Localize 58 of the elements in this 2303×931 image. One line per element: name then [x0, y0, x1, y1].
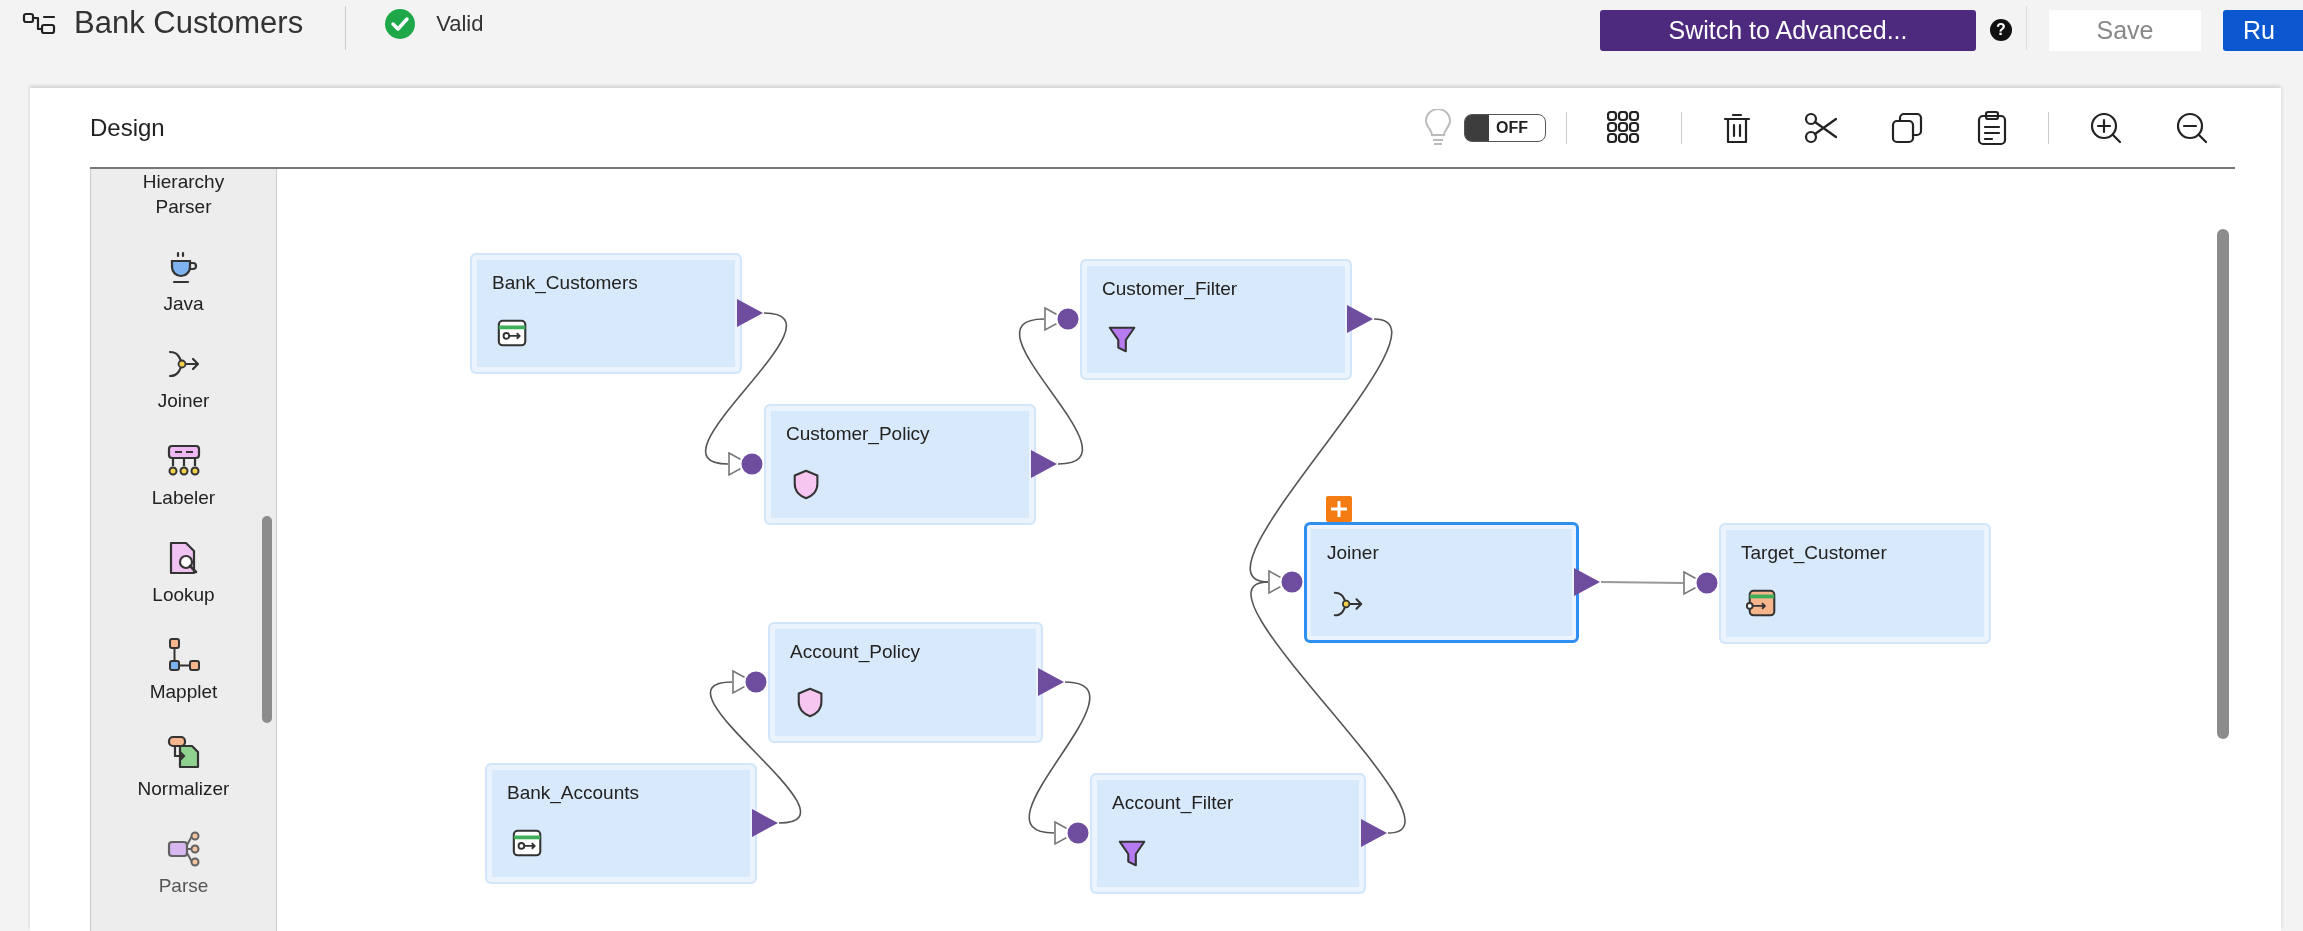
status-text: Valid [436, 11, 484, 37]
grid-icon[interactable] [1607, 110, 1641, 145]
transformation-node[interactable]: Target_Customer [1719, 523, 1991, 644]
advanced-button[interactable]: Switch to Advanced... [1600, 9, 1976, 51]
palette-item[interactable]: Parse [123, 873, 244, 898]
node-label: Customer_Filter [1102, 278, 1238, 300]
zoom-out-icon[interactable] [2175, 110, 2209, 145]
palette-item[interactable]: Hierarchy Parser [123, 169, 244, 219]
node-label: Bank_Accounts [507, 782, 640, 804]
parser-icon[interactable] [165, 831, 202, 867]
save-button[interactable]: Save [2049, 9, 2201, 51]
input-port[interactable] [1683, 569, 1719, 597]
node-label: Account_Filter [1112, 792, 1234, 814]
clipboard-icon[interactable] [1976, 109, 2008, 146]
node-label: Target_Customer [1741, 542, 1887, 564]
transformation-node[interactable]: Customer_Filter [1080, 259, 1352, 380]
palette-item[interactable]: Java [123, 291, 244, 316]
node-label: Customer_Policy [786, 423, 930, 445]
output-port[interactable] [1573, 567, 1601, 597]
scissors-icon[interactable] [1804, 110, 1838, 145]
node-label: Bank_Customers [492, 272, 638, 294]
toggle-switch[interactable]: OFF [1464, 113, 1546, 142]
palette-item[interactable]: Normalizer [123, 776, 244, 801]
transform-icon[interactable] [165, 734, 202, 770]
scrollbar[interactable] [262, 516, 272, 723]
transformation-node[interactable]: Account_Policy [768, 622, 1043, 743]
check-icon [384, 8, 417, 40]
node-label: Joiner [1327, 542, 1379, 564]
palette-item[interactable]: Joiner [123, 388, 244, 413]
transformation-node[interactable]: Bank_Customers [470, 253, 742, 374]
input-port[interactable] [1268, 568, 1304, 596]
output-port[interactable] [1360, 818, 1388, 848]
run-button[interactable]: Ru [2223, 9, 2303, 51]
scrollbar[interactable] [2217, 229, 2229, 739]
help-icon[interactable]: ? [1990, 19, 2012, 41]
palette-item[interactable]: Labeler [123, 485, 244, 510]
zoom-in-icon[interactable] [2089, 110, 2123, 145]
input-port[interactable] [1054, 819, 1090, 847]
output-port[interactable] [1037, 667, 1065, 697]
input-port[interactable] [1044, 305, 1080, 333]
transformation-node[interactable]: Joiner [1304, 522, 1579, 643]
mapping-icon [22, 12, 56, 36]
page-title: Bank Customers [74, 5, 304, 41]
output-port[interactable] [751, 808, 779, 838]
section-title: Design [90, 113, 165, 142]
palette-item[interactable]: Mapplet [123, 679, 244, 704]
transformation-node[interactable]: Bank_Accounts [485, 763, 757, 884]
input-port[interactable] [728, 450, 764, 478]
transformation-node[interactable]: Customer_Policy [764, 404, 1036, 525]
output-port[interactable] [736, 298, 764, 328]
transformation-node[interactable]: Account_Filter [1090, 773, 1366, 894]
node-label: Account_Policy [790, 641, 920, 663]
copy-icon[interactable] [1890, 110, 1924, 145]
output-port[interactable] [1030, 449, 1058, 479]
plus-icon[interactable] [1326, 496, 1352, 522]
palette-item[interactable]: Lookup [123, 582, 244, 607]
input-port[interactable] [732, 668, 768, 696]
output-port[interactable] [1346, 304, 1374, 334]
